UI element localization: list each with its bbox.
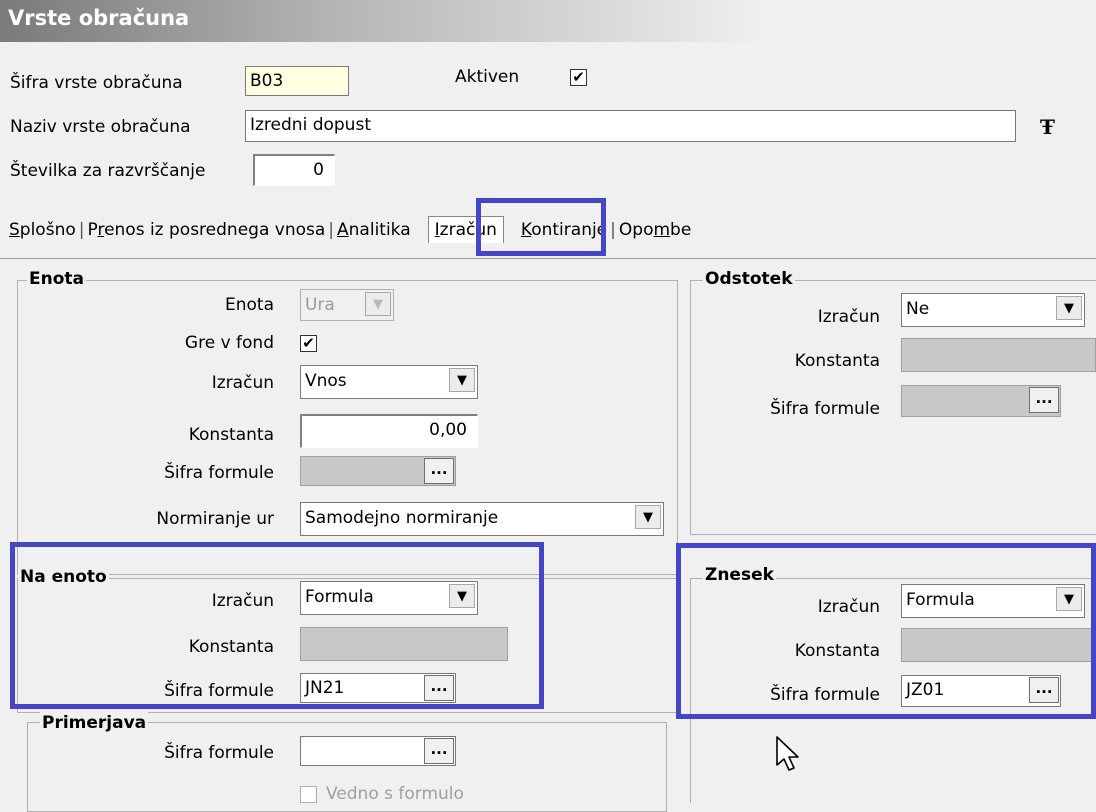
enota-sifra-formule-input[interactable]: ...: [300, 456, 456, 486]
ellipsis-button[interactable]: ...: [424, 458, 454, 484]
primerjava-group-title: Primerjava: [40, 712, 149, 734]
odstotek-izracun-label: Izračun: [817, 307, 880, 327]
odstotek-group-title: Odstotek: [703, 268, 795, 290]
naziv-vrste-obracuna-label: Naziv vrste obračuna: [10, 117, 191, 137]
enota-izracun-select[interactable]: Vnos ▼: [300, 365, 478, 399]
enota-konstanta-input[interactable]: 0,00: [300, 414, 478, 448]
enota-label: Enota: [225, 295, 274, 315]
normiranje-ur-select[interactable]: Samodejno normiranje ▼: [300, 502, 664, 536]
normiranje-ur-label: Normiranje ur: [156, 509, 274, 529]
aktiven-checkbox[interactable]: ✔: [570, 69, 587, 86]
odstotek-izracun-select[interactable]: Ne ▼: [901, 293, 1085, 327]
enota-select[interactable]: Ura ▼: [300, 289, 394, 321]
aktiven-label: Aktiven: [455, 67, 520, 87]
chevron-down-icon: ▼: [449, 368, 475, 392]
tab-opombe[interactable]: Opombe: [616, 217, 694, 243]
enota-group-title: Enota: [27, 268, 86, 290]
chevron-down-icon: ▼: [365, 292, 391, 316]
tab-analitika[interactable]: Analitika: [334, 217, 414, 243]
odstotek-sifra-formule-input[interactable]: ...: [901, 385, 1061, 417]
window-title: Vrste obračuna: [8, 6, 190, 30]
gre-v-fond-label: Gre v fond: [184, 333, 274, 353]
sifra-vrste-obracuna-label: Šifra vrste obračuna: [10, 73, 183, 93]
primerjava-sifra-formule-label: Šifra formule: [164, 743, 274, 763]
mouse-cursor-icon: [776, 736, 799, 771]
sifra-vrste-obracuna-input[interactable]: B03: [245, 66, 349, 96]
odstotek-sifra-formule-label: Šifra formule: [770, 399, 880, 419]
stevilka-za-razvrscanje-label: Številka za razvrščanje: [10, 161, 206, 181]
enota-konstanta-label: Konstanta: [188, 425, 274, 445]
gre-v-fond-checkbox[interactable]: ✔: [300, 335, 317, 352]
odstotek-konstanta-label: Konstanta: [794, 351, 880, 371]
chevron-down-icon: ▼: [1056, 296, 1082, 320]
enota-sifra-formule-label: Šifra formule: [164, 463, 274, 483]
izracun-tab-highlight: [476, 198, 606, 256]
na-enoto-highlight: [10, 542, 544, 709]
window-title-bar: Vrste obračuna: [0, 0, 1096, 42]
enota-izracun-label: Izračun: [211, 373, 274, 393]
vedno-s-formulo-label: Vedno s formulo: [326, 784, 464, 804]
stevilka-za-razvrscanje-input[interactable]: 0: [253, 154, 335, 186]
chevron-down-icon: ▼: [635, 505, 661, 529]
tab-splosno[interactable]: Splošno: [6, 217, 79, 243]
vedno-s-formulo-checkbox[interactable]: [300, 786, 317, 803]
primerjava-sifra-formule-input[interactable]: ...: [300, 736, 456, 766]
ellipsis-button[interactable]: ...: [1029, 387, 1059, 413]
ellipsis-button[interactable]: ...: [424, 738, 454, 764]
translate-tt-icon[interactable]: Ŧ: [1040, 115, 1055, 139]
tab-prenos-iz-posrednega-vnosa[interactable]: Prenos iz posrednega vnosa: [84, 217, 328, 243]
naziv-vrste-obracuna-input[interactable]: Izredni dopust: [245, 110, 1016, 142]
znesek-highlight: [676, 543, 1096, 719]
odstotek-konstanta-input[interactable]: [901, 338, 1096, 372]
